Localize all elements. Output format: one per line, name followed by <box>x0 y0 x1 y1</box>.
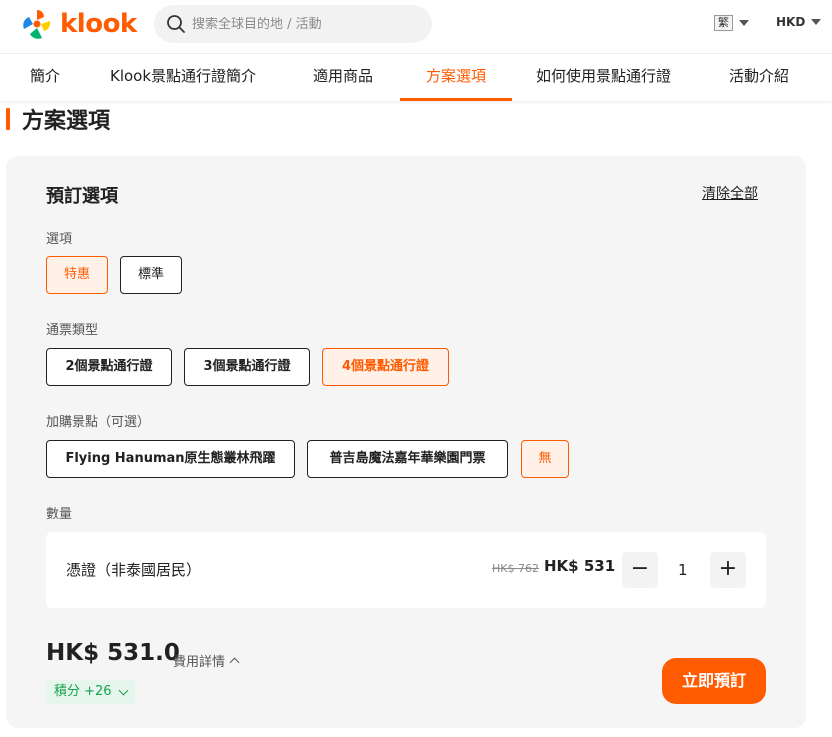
unit-price: HK$ 531 <box>544 557 616 575</box>
points-label: 積分 +26 <box>54 684 112 699</box>
top-header: klook 繁 HKD <box>0 0 832 54</box>
currency-selector[interactable]: HKD <box>776 15 822 29</box>
pass-chip-3[interactable]: 3個景點通行證 <box>184 348 310 386</box>
quantity-increase-button[interactable]: + <box>710 552 746 588</box>
pass-type-label: 通票類型 <box>46 323 99 338</box>
section-heading: 方案選項 <box>6 103 110 135</box>
original-price: HK$ 762 <box>492 562 539 575</box>
tab-intro[interactable]: 簡介 <box>30 55 60 101</box>
search-bar[interactable] <box>154 5 432 43</box>
search-icon <box>167 15 185 33</box>
quantity-value: 1 <box>678 561 688 579</box>
fee-detail-toggle[interactable]: 費用詳情 <box>173 651 240 670</box>
quantity-row: 憑證（非泰國居民） HK$ 762 HK$ 531 − 1 + <box>46 532 766 608</box>
chevron-up-icon <box>229 657 240 668</box>
language-label: 繁 <box>714 15 733 31</box>
addon-chip-carnival[interactable]: 普吉島魔法嘉年華樂園門票 <box>307 440 508 478</box>
chevron-down-icon <box>118 685 129 695</box>
option-chip-special[interactable]: 特惠 <box>46 256 108 294</box>
klook-logo[interactable]: klook <box>20 8 137 40</box>
section-title: 方案選項 <box>22 109 111 134</box>
tab-activity-details[interactable]: 活動介紹 <box>729 55 789 101</box>
addon-chip-flying-hanuman[interactable]: Flying Hanuman原生態叢林飛躍 <box>46 440 295 478</box>
booking-options-card: 預訂選項 清除全部 選項 特惠 標準 通票類型 2個景點通行證 3個景點通行證 … <box>6 156 806 728</box>
currency-label: HKD <box>776 15 806 29</box>
tab-package-options[interactable]: 方案選項 <box>400 55 512 101</box>
pass-chip-2[interactable]: 2個景點通行證 <box>46 348 172 386</box>
fee-detail-label: 費用詳情 <box>173 655 226 670</box>
klook-logo-icon <box>23 10 51 39</box>
search-input[interactable] <box>192 16 412 32</box>
pass-chip-4[interactable]: 4個景點通行證 <box>322 348 449 386</box>
tab-pass-intro[interactable]: Klook景點通行證簡介 <box>110 55 256 101</box>
caret-down-icon <box>739 20 749 26</box>
tab-applicable-products[interactable]: 適用商品 <box>313 55 373 101</box>
caret-down-icon <box>811 19 822 25</box>
addon-chip-none[interactable]: 無 <box>521 440 569 478</box>
quantity-label: 數量 <box>46 507 73 522</box>
booking-options-title: 預訂選項 <box>46 186 118 207</box>
addon-label: 加購景點（可選） <box>46 415 151 430</box>
total-price: HK$ 531.0 <box>46 640 180 666</box>
book-now-button[interactable]: 立即預訂 <box>662 658 766 704</box>
section-tabs: 簡介 Klook景點通行證簡介 適用商品 方案選項 如何使用景點通行證 活動介紹 <box>0 55 832 101</box>
section-accent-bar <box>6 108 10 130</box>
clear-all-link[interactable]: 清除全部 <box>702 183 758 203</box>
quantity-decrease-button[interactable]: − <box>622 552 658 588</box>
quantity-item-label: 憑證（非泰國居民） <box>66 561 202 579</box>
tab-how-to-use[interactable]: 如何使用景點通行證 <box>536 55 671 101</box>
option-label: 選項 <box>46 232 73 247</box>
language-selector[interactable]: 繁 <box>714 15 749 31</box>
klook-logo-text: klook <box>60 9 137 39</box>
option-chip-standard[interactable]: 標準 <box>120 256 182 294</box>
points-badge[interactable]: 積分 +26 <box>46 680 135 704</box>
